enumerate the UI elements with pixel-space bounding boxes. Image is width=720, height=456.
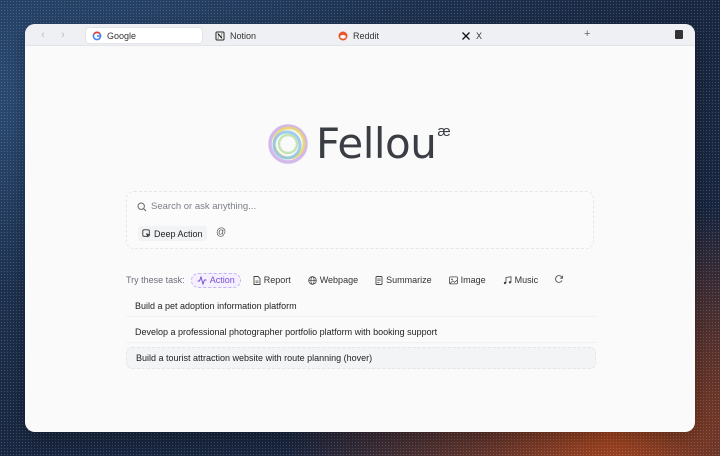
deep-action-label: Deep Action xyxy=(154,228,203,239)
chip-label: Report xyxy=(263,275,291,285)
tab-reddit[interactable]: Reddit xyxy=(332,27,379,44)
music-icon xyxy=(503,275,512,284)
chip-summarize[interactable]: Summarize xyxy=(370,273,437,288)
chip-report[interactable]: Report xyxy=(248,273,296,288)
suggestion-text: Build a tourist attraction website with … xyxy=(136,353,373,363)
back-icon[interactable]: ‹ xyxy=(37,29,49,41)
notion-icon: N xyxy=(215,31,225,41)
action-icon xyxy=(197,275,207,285)
x-icon xyxy=(461,31,471,41)
tab-label: X xyxy=(476,30,483,41)
forward-icon[interactable]: › xyxy=(57,29,69,41)
fellou-logo: Fellou æ xyxy=(266,119,451,168)
task-suggestions-row: Try these task: Action Report Webpage Su… xyxy=(126,272,596,288)
search-input[interactable] xyxy=(151,197,571,215)
chip-label: Music xyxy=(514,275,539,285)
reddit-icon xyxy=(338,31,348,41)
new-tab-button[interactable]: + xyxy=(584,28,590,40)
chip-label: Image xyxy=(460,275,486,285)
image-icon xyxy=(448,275,458,284)
browser-window: ‹ › Google N Notion Reddit X + Fellou æ … xyxy=(25,24,695,432)
chip-music[interactable]: Music xyxy=(498,273,544,288)
tab-x[interactable]: X xyxy=(455,27,482,44)
chip-webpage[interactable]: Webpage xyxy=(303,273,363,288)
suggestion-text: Build a pet adoption information platfor… xyxy=(135,300,297,311)
google-icon xyxy=(92,31,102,41)
window-panel-icon[interactable] xyxy=(675,30,683,39)
suggestion-item[interactable]: Develop a professional photographer port… xyxy=(126,321,596,343)
suggestion-text: Develop a professional photographer port… xyxy=(135,326,438,337)
document-icon xyxy=(375,275,383,285)
globe-icon xyxy=(308,275,317,285)
mention-button[interactable]: @ xyxy=(216,227,226,238)
suggestion-list: Build a pet adoption information platfor… xyxy=(126,295,596,373)
suggestion-item[interactable]: Build a tourist attraction website with … xyxy=(126,347,596,369)
search-icon xyxy=(137,202,147,212)
tab-label: Google xyxy=(107,30,137,41)
report-icon xyxy=(253,275,261,285)
deep-action-button[interactable]: Deep Action xyxy=(138,226,207,241)
logo-superscript: æ xyxy=(437,123,451,140)
tab-google[interactable]: Google xyxy=(85,27,203,44)
chip-label: Action xyxy=(209,275,235,285)
search-box[interactable]: Deep Action @ xyxy=(126,191,594,249)
deep-action-icon xyxy=(142,229,151,238)
chip-label: Webpage xyxy=(319,275,359,285)
suggestion-item[interactable]: Build a pet adoption information platfor… xyxy=(126,295,596,317)
logo-text: Fellou xyxy=(316,119,437,168)
chip-action[interactable]: Action xyxy=(190,272,241,288)
tab-label: Notion xyxy=(230,30,257,41)
try-label: Try these task: xyxy=(126,275,185,285)
refresh-icon[interactable] xyxy=(554,274,564,287)
svg-text:N: N xyxy=(217,32,223,40)
chip-image[interactable]: Image xyxy=(444,273,491,288)
fellou-logo-icon xyxy=(268,123,308,164)
chip-label: Summarize xyxy=(386,275,432,285)
tab-bar: ‹ › Google N Notion Reddit X + xyxy=(25,24,695,46)
tab-label: Reddit xyxy=(353,30,380,41)
tab-notion[interactable]: N Notion xyxy=(209,27,256,44)
